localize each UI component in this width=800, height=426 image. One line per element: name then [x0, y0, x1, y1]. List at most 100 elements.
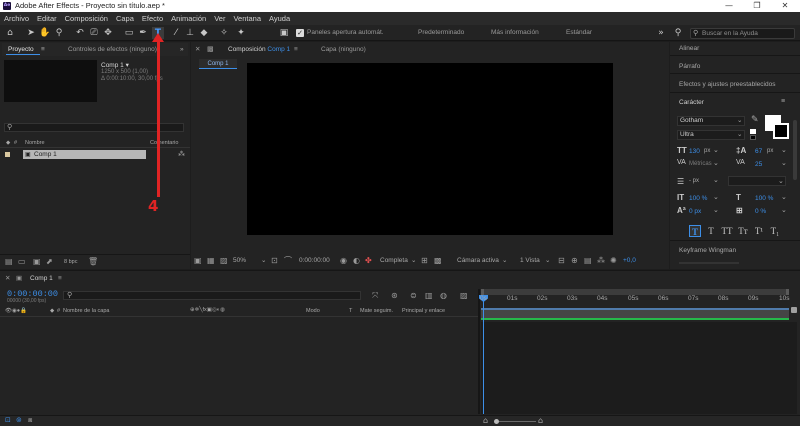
help-search-input[interactable]: ⚲ Buscar en la Ayuda: [690, 28, 795, 39]
menu-efecto[interactable]: Efecto: [138, 12, 167, 25]
set-black-swatch[interactable]: [750, 135, 756, 140]
faux-italic-button[interactable]: T: [705, 225, 717, 237]
maximize-button[interactable]: ❐: [743, 0, 771, 12]
leading-value[interactable]: 67: [755, 148, 762, 155]
selection-tool-icon[interactable]: ➤: [25, 27, 37, 39]
stroke-color-swatch[interactable]: [773, 123, 789, 139]
timeline-track-area[interactable]: [481, 322, 797, 414]
comp-breadcrumb[interactable]: Comp 1: [199, 59, 237, 69]
lock-icon[interactable]: ▩: [207, 43, 214, 56]
project-menu-icon[interactable]: ≡: [41, 43, 45, 56]
column-t[interactable]: T: [349, 308, 352, 314]
chevron-down-icon[interactable]: ⌄: [781, 206, 787, 214]
subscript-button[interactable]: T₁: [769, 225, 781, 237]
search-help-icon[interactable]: ⚲: [672, 27, 684, 39]
pan-behind-tool-icon[interactable]: ✥: [102, 27, 114, 39]
keyframe-wingman-header[interactable]: Keyframe Wingman: [679, 247, 736, 254]
menu-composicion[interactable]: Composición: [61, 12, 112, 25]
column-track-matte[interactable]: Mate seguim.: [360, 308, 393, 314]
chevron-down-icon[interactable]: ⌄: [713, 146, 719, 154]
show-snapshot-icon[interactable]: ◐: [353, 256, 360, 266]
column-layer-name[interactable]: Nombre de la capa: [63, 308, 109, 314]
home-icon[interactable]: ⌂: [4, 27, 16, 39]
timeline-search-input[interactable]: ⚲: [63, 291, 361, 300]
zoom-out-icon[interactable]: ⌂: [483, 416, 488, 425]
chevron-down-icon[interactable]: ⌄: [781, 159, 787, 167]
mask-path-icon[interactable]: ⌒: [284, 256, 292, 266]
tab-composition[interactable]: Composición Comp 1: [228, 43, 290, 56]
flowchart-view-icon[interactable]: ⬈: [46, 257, 53, 267]
views-chevron-down-icon[interactable]: ⌄: [545, 256, 550, 264]
eyedropper-icon[interactable]: ✎: [751, 115, 759, 125]
column-comment[interactable]: Comentario: [150, 140, 178, 146]
close-tab-icon[interactable]: ✕: [195, 43, 200, 56]
region-icon[interactable]: ▨: [220, 256, 228, 266]
brush-tool-icon[interactable]: ⁄: [170, 27, 182, 39]
new-folder-icon[interactable]: ▭: [18, 257, 26, 267]
snapping-icon[interactable]: ▣: [278, 27, 290, 39]
delete-icon[interactable]: 🗑: [88, 257, 98, 267]
stroke-type-select[interactable]: ⌄: [728, 176, 786, 186]
menu-ver[interactable]: Ver: [210, 12, 229, 25]
timeline-zoom-slider[interactable]: [496, 421, 536, 422]
close-button[interactable]: ✕: [771, 0, 799, 12]
roi-icon[interactable]: ⊡: [271, 256, 278, 266]
resolution-chevron-down-icon[interactable]: ⌄: [411, 256, 416, 264]
in-out-toggle-icon[interactable]: ⧈: [28, 416, 32, 425]
draft-3d-icon[interactable]: ⊛: [391, 291, 398, 301]
font-style-select[interactable]: Ultra ⌄: [677, 130, 745, 140]
layer-switches-toggle-icon[interactable]: ⊡: [5, 416, 11, 424]
snapshot-icon[interactable]: ◉: [340, 256, 347, 266]
close-tab-icon[interactable]: ✕: [5, 272, 10, 285]
color-depth-label[interactable]: 8 bpc: [64, 259, 77, 265]
character-menu-icon[interactable]: ≡: [781, 98, 785, 105]
comp-name[interactable]: Comp 1 ▾: [101, 61, 129, 69]
column-name[interactable]: Nombre: [25, 140, 45, 146]
rotate-tool-icon[interactable]: ↶: [74, 27, 86, 39]
zoom-tool-icon[interactable]: ⚲: [53, 27, 65, 39]
faux-bold-button[interactable]: T: [689, 225, 701, 237]
zoom-in-icon[interactable]: ⌂: [538, 416, 543, 425]
new-composition-icon[interactable]: ▣: [33, 257, 41, 267]
graph-editor-icon[interactable]: ▨: [460, 291, 468, 301]
effects-presets-panel-header[interactable]: Efectos y ajustes preestablecidos: [679, 81, 775, 88]
timeline-menu-icon[interactable]: ≡: [58, 272, 62, 285]
paragraph-panel-header[interactable]: Párrafo: [679, 63, 700, 70]
font-family-select[interactable]: Gotham ⌄: [677, 116, 745, 126]
composition-viewer[interactable]: [247, 63, 613, 235]
chevron-down-icon[interactable]: ⌄: [713, 206, 719, 214]
camera-chevron-down-icon[interactable]: ⌄: [502, 256, 507, 264]
tab-layer[interactable]: Capa (ninguno): [321, 43, 366, 56]
zoom-chevron-down-icon[interactable]: ⌄: [261, 256, 266, 264]
interpret-footage-icon[interactable]: ▤: [5, 257, 13, 267]
shy-layers-icon[interactable]: ⊜: [410, 291, 417, 301]
chevron-down-icon[interactable]: ⌄: [713, 176, 719, 184]
menu-ayuda[interactable]: Ayuda: [265, 12, 294, 25]
always-preview-icon[interactable]: ▣: [194, 256, 202, 266]
pixel-aspect-icon[interactable]: ⊟: [558, 256, 565, 266]
label-color-swatch[interactable]: [5, 152, 10, 157]
menu-editar[interactable]: Editar: [33, 12, 61, 25]
baseline-shift-value[interactable]: 0 px: [689, 208, 701, 215]
timeline-zoom-slider-thumb[interactable]: [494, 419, 499, 424]
channel-icon[interactable]: ✤: [365, 256, 372, 266]
rectangle-tool-icon[interactable]: ▭: [123, 27, 135, 39]
vertical-scale-value[interactable]: 100 %: [689, 195, 707, 202]
camera-tool-icon[interactable]: ⎚: [88, 27, 100, 39]
column-mode[interactable]: Modo: [306, 308, 320, 314]
workspace-predeterminado[interactable]: Predeterminado: [418, 29, 464, 36]
pen-tool-icon[interactable]: ✒: [137, 27, 149, 39]
panel-overflow-icon[interactable]: »: [180, 43, 184, 56]
viewer-timecode[interactable]: 0:00:00:00: [299, 257, 330, 264]
project-item-row[interactable]: ▣ Comp 1 ⁂: [0, 149, 190, 160]
transparency-grid-icon[interactable]: ▩: [434, 256, 442, 266]
zoom-select[interactable]: 50%: [233, 257, 246, 264]
horizontal-scale-value[interactable]: 100 %: [755, 195, 773, 202]
grid-guides-icon[interactable]: ▦: [207, 256, 215, 266]
stroke-width-value[interactable]: - px: [689, 178, 699, 184]
kerning-value[interactable]: Métricas: [689, 161, 712, 167]
motion-blur-icon[interactable]: ◍: [440, 291, 447, 301]
small-caps-button[interactable]: Tᴛ: [737, 225, 749, 237]
eraser-tool-icon[interactable]: ◆: [198, 27, 210, 39]
transfer-controls-toggle-icon[interactable]: ⊚: [16, 416, 22, 424]
